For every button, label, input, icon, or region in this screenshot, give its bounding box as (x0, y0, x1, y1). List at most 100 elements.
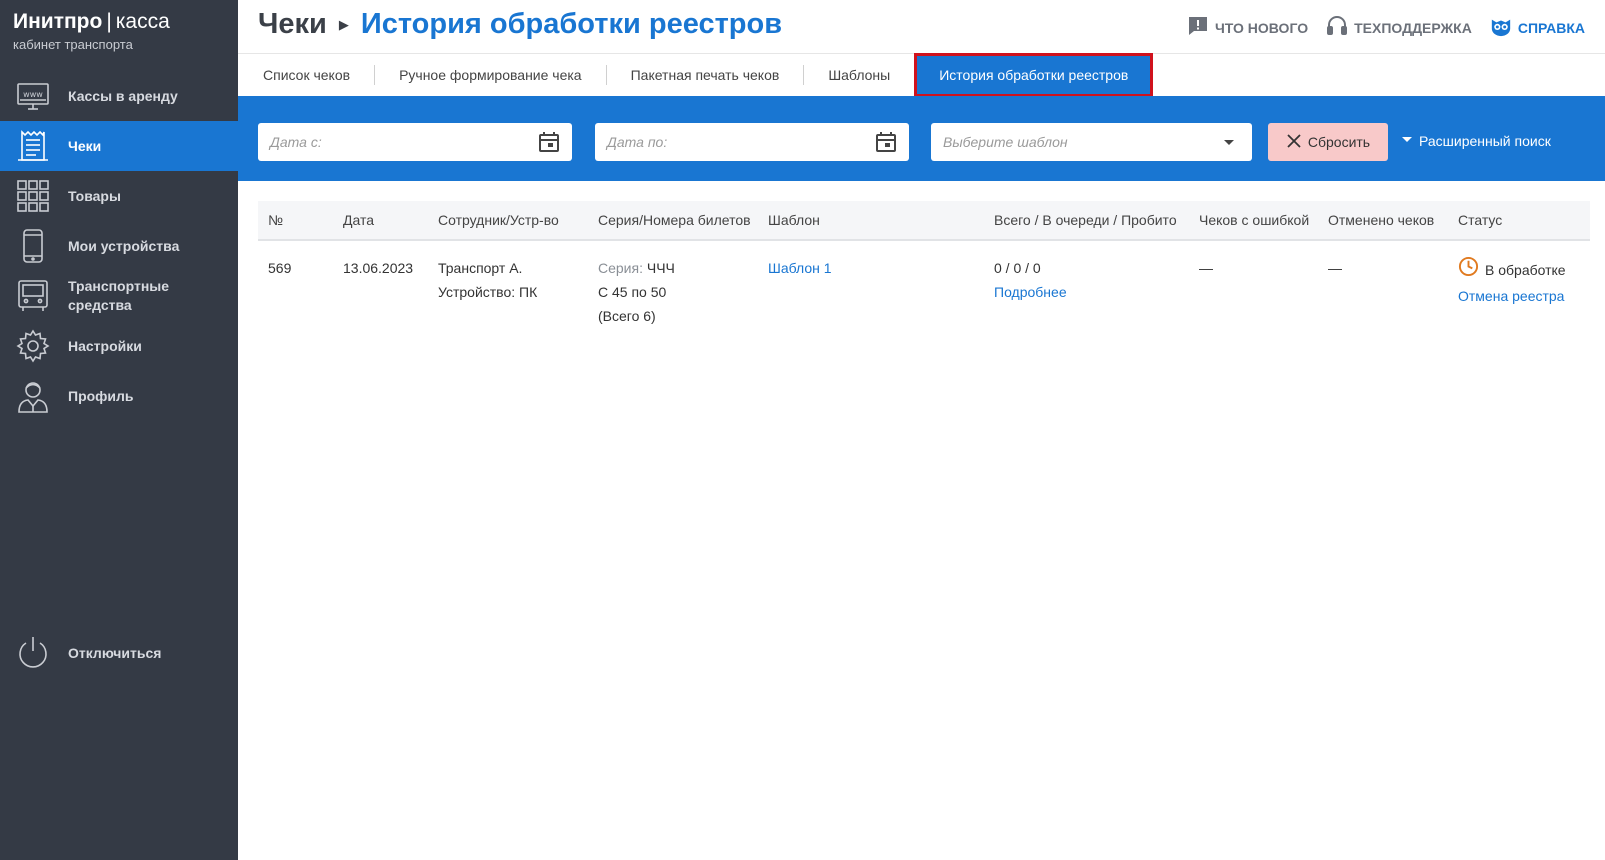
tab-batch-print[interactable]: Пакетная печать чеков (607, 65, 805, 85)
sidebar-item-label: Транспортные средства (68, 278, 170, 313)
device-name: Устройство: ПК (438, 284, 538, 300)
owl-icon (1490, 15, 1512, 40)
template-link[interactable]: Шаблон 1 (768, 256, 832, 280)
calendar-icon[interactable] (875, 131, 897, 153)
series-value: ЧЧЧ (646, 260, 675, 276)
breadcrumb-root[interactable]: Чеки (258, 8, 327, 41)
filter-bar: Дата с: Дата по: Выберите шаблон Сбросит… (238, 96, 1605, 181)
col-cancelled: Отменено чеков (1328, 212, 1435, 228)
page-header: Чеки ▶ История обработки реестров ЧТО НО… (238, 0, 1605, 54)
sidebar-item-receipts[interactable]: Чеки (0, 121, 238, 171)
col-date: Дата (343, 212, 375, 228)
cell-cancelled: — (1328, 260, 1342, 276)
sidebar-item-label: Мои устройства (68, 237, 180, 254)
sidebar-item-label: Чеки (68, 137, 102, 154)
col-errors: Чеков с ошибкой (1199, 212, 1310, 228)
brand-name: Инитпро (13, 10, 103, 33)
whats-new-label: ЧТО НОВОГО (1214, 19, 1309, 36)
support-link[interactable]: ТЕХПОДДЕРЖКА (1326, 15, 1472, 40)
sidebar-item-label: Профиль (68, 387, 134, 404)
sidebar-item-label: Настройки (68, 337, 142, 354)
sidebar-item-vehicles[interactable]: Транспортные средства (0, 271, 238, 321)
col-totals: Всего / В очереди / Пробито (994, 212, 1177, 228)
date-from-input[interactable]: Дата с: (258, 123, 572, 161)
sidebar-nav: www Кассы в аренду Чеки Товары Мои устро… (0, 71, 238, 421)
col-num: № (268, 212, 284, 228)
cell-employee: Транспорт А. Устройство: ПК (438, 256, 537, 304)
cell-status: В обработке Отмена реестра (1458, 256, 1566, 308)
cancel-registry-link[interactable]: Отмена реестра (1458, 284, 1566, 308)
cell-errors: — (1199, 260, 1213, 276)
status-text: В обработке (1485, 262, 1566, 278)
tab-receipts-list[interactable]: Список чеков (238, 65, 376, 85)
tab-templates[interactable]: Шаблоны (804, 65, 914, 85)
registry-table: № Дата Сотрудник/Устр-во Серия/Номера би… (258, 201, 1590, 341)
whats-new-link[interactable]: ЧТО НОВОГО (1187, 15, 1308, 40)
gear-icon (15, 328, 51, 364)
totals-value: 0 / 0 / 0 (994, 260, 1041, 276)
sidebar-item-goods[interactable]: Товары (0, 171, 238, 221)
cell-date: 13.06.2023 (343, 260, 414, 276)
template-placeholder: Выберите шаблон (943, 134, 1068, 150)
svg-text:www: www (23, 90, 43, 99)
details-link[interactable]: Подробнее (994, 280, 1067, 304)
bus-icon (15, 278, 51, 314)
tab-manual-receipt[interactable]: Ручное формирование чека (375, 65, 607, 85)
headset-icon (1326, 15, 1348, 40)
caret-down-icon (1218, 131, 1240, 153)
employee-name: Транспорт А. (438, 260, 523, 276)
template-select[interactable]: Выберите шаблон (931, 123, 1252, 161)
www-monitor-icon: www (15, 78, 51, 114)
advanced-search-label: Расширенный поиск (1419, 133, 1551, 149)
help-label: СПРАВКА (1517, 19, 1585, 36)
date-to-placeholder: Дата по: (607, 134, 668, 150)
receipt-icon (15, 128, 51, 164)
caret-down-icon (1401, 133, 1413, 149)
brand-subtitle: кабинет транспорта (13, 37, 133, 52)
brand-separator: | (106, 10, 112, 33)
sidebar-item-rent-cashbox[interactable]: www Кассы в аренду (0, 71, 238, 121)
tab-registry-history[interactable]: История обработки реестров (914, 53, 1154, 97)
table-header: № Дата Сотрудник/Устр-во Серия/Номера би… (258, 201, 1590, 241)
sidebar-item-settings[interactable]: Настройки (0, 321, 238, 371)
user-icon (15, 378, 51, 414)
ticket-total: (Всего 6) (598, 308, 656, 324)
grid-icon (15, 178, 51, 214)
series-label: Серия: (598, 260, 643, 276)
cell-totals: 0 / 0 / 0 Подробнее (994, 256, 1067, 304)
brand-logo[interactable]: Инитпро | касса кабинет транспорта (13, 10, 170, 52)
tabs-bar: Список чеков Ручное формирование чека Па… (238, 53, 1605, 97)
sidebar-item-devices[interactable]: Мои устройства (0, 221, 238, 271)
col-template: Шаблон (768, 212, 820, 228)
support-label: ТЕХПОДДЕРЖКА (1354, 19, 1472, 36)
smartphone-icon (15, 228, 51, 264)
logout-button[interactable]: Отключиться (0, 628, 238, 678)
reset-button[interactable]: Сбросить (1268, 123, 1388, 161)
series-line: Серия: ЧЧЧ (598, 256, 675, 280)
advanced-search-toggle[interactable]: Расширенный поиск (1401, 133, 1551, 149)
header-links: ЧТО НОВОГО ТЕХПОДДЕРЖКА СПРАВКА (1187, 15, 1585, 40)
power-icon (15, 635, 51, 671)
date-to-input[interactable]: Дата по: (595, 123, 909, 161)
page-title: История обработки реестров (360, 8, 783, 40)
calendar-icon[interactable] (538, 131, 560, 153)
announcement-icon (1187, 15, 1209, 40)
col-employee: Сотрудник/Устр-во (438, 212, 559, 228)
logout-label: Отключиться (68, 644, 162, 661)
brand-product: касса (115, 10, 170, 33)
col-series: Серия/Номера билетов (598, 212, 751, 228)
ticket-range: С 45 по 50 (598, 284, 667, 300)
sidebar: Инитпро | касса кабинет транспорта www Кас… (0, 0, 238, 860)
table-row: 569 13.06.2023 Транспорт А. Устройство: … (258, 241, 1590, 341)
status-badge: В обработке (1458, 256, 1566, 284)
sidebar-item-profile[interactable]: Профиль (0, 371, 238, 421)
sidebar-item-label: Кассы в аренду (68, 87, 178, 104)
close-icon (1286, 133, 1302, 152)
cell-series: Серия: ЧЧЧ С 45 по 50 (Всего 6) (598, 256, 675, 328)
help-link[interactable]: СПРАВКА (1490, 15, 1585, 40)
sidebar-item-label: Товары (68, 187, 121, 204)
breadcrumb-arrow-icon: ▶ (338, 16, 349, 32)
date-from-placeholder: Дата с: (270, 134, 322, 150)
col-status: Статус (1458, 212, 1503, 228)
clock-icon (1458, 256, 1479, 284)
